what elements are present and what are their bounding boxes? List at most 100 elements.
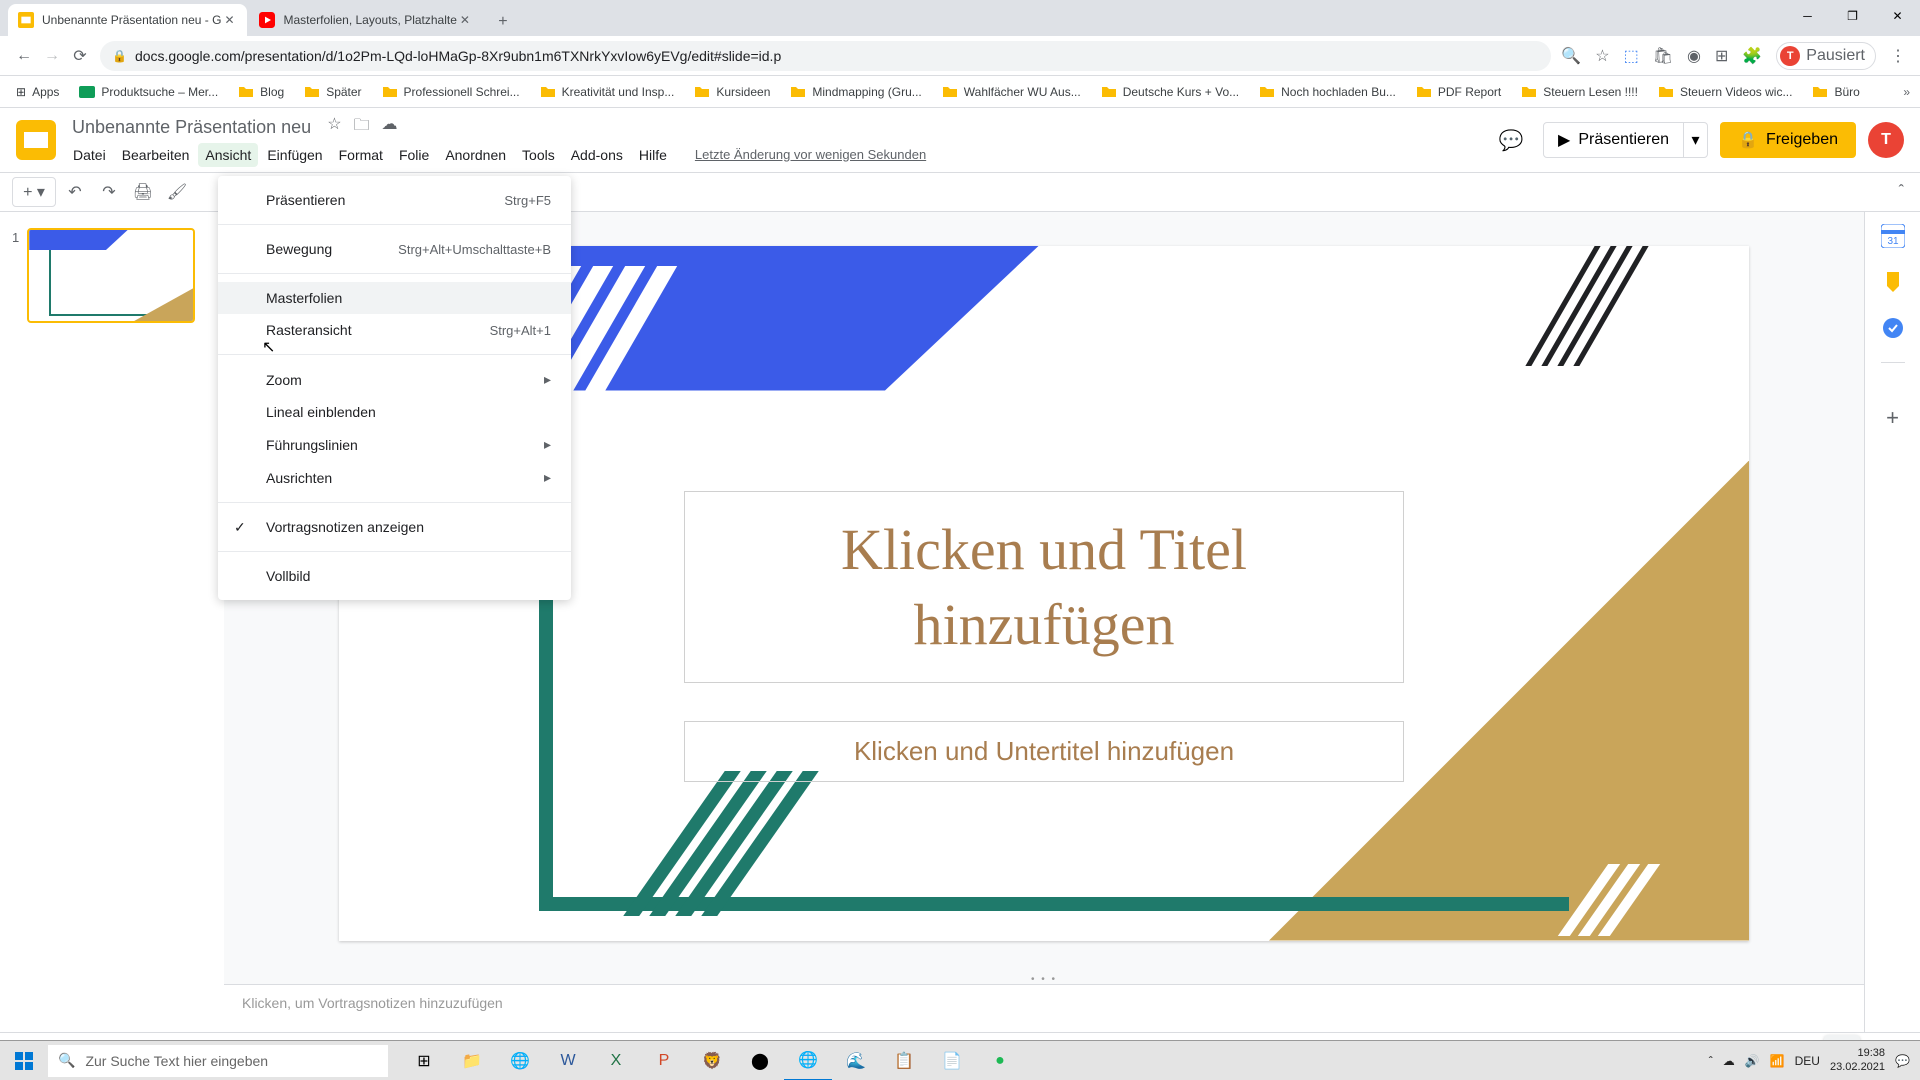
new-slide-button[interactable]: + ▾: [12, 177, 56, 207]
close-icon[interactable]: ✕: [221, 12, 237, 28]
edge-legacy-icon[interactable]: 🌐: [496, 1041, 544, 1080]
slide-thumbnail[interactable]: [27, 228, 195, 323]
menu-item-bewegung[interactable]: BewegungStrg+Alt+Umschalttaste+B: [218, 233, 571, 265]
bookmark-item[interactable]: Mindmapping (Gru...: [784, 80, 927, 104]
present-button[interactable]: ▶Präsentieren ▾: [1543, 122, 1708, 158]
title-placeholder[interactable]: Klicken und Titel hinzufügen: [684, 491, 1404, 684]
edge-icon[interactable]: 🌊: [832, 1041, 880, 1080]
last-edit-link[interactable]: Letzte Änderung vor wenigen Sekunden: [688, 143, 933, 167]
present-icon: ▶: [1558, 130, 1570, 150]
bookmark-item[interactable]: Deutsche Kurs + Vo...: [1095, 80, 1245, 104]
tasks-icon[interactable]: [1881, 316, 1905, 340]
back-button[interactable]: ←: [10, 42, 38, 70]
menu-item-vortragsnotizen[interactable]: ✓Vortragsnotizen anzeigen: [218, 511, 571, 543]
browser-tab[interactable]: Masterfolien, Layouts, Platzhalte ✕: [249, 4, 482, 36]
menu-icon[interactable]: ⋮: [1890, 46, 1906, 66]
menu-bearbeiten[interactable]: Bearbeiten: [115, 143, 197, 167]
forward-button[interactable]: →: [38, 42, 66, 70]
menu-ansicht[interactable]: Ansicht: [198, 143, 258, 167]
tray-chevron-icon[interactable]: ˆ: [1709, 1054, 1713, 1068]
bookmark-item[interactable]: Später: [298, 80, 367, 104]
wifi-icon[interactable]: 📶: [1770, 1054, 1785, 1068]
account-avatar[interactable]: T: [1868, 122, 1904, 158]
document-title[interactable]: Unbenannte Präsentation neu: [66, 115, 317, 140]
bookmark-item[interactable]: Noch hochladen Bu...: [1253, 80, 1402, 104]
bookmark-item[interactable]: Blog: [232, 80, 290, 104]
menu-hilfe[interactable]: Hilfe: [632, 143, 674, 167]
spotify-icon[interactable]: ●: [976, 1041, 1024, 1080]
slides-logo[interactable]: [16, 120, 56, 160]
menu-einfuegen[interactable]: Einfügen: [260, 143, 329, 167]
new-tab-button[interactable]: +: [489, 8, 517, 36]
minimize-button[interactable]: ─: [1785, 0, 1830, 32]
menu-item-ausrichten[interactable]: Ausrichten▸: [218, 461, 571, 494]
collapse-toolbar-icon[interactable]: ˆ: [1899, 183, 1904, 201]
comments-button[interactable]: 💬: [1491, 120, 1531, 160]
bookmark-item[interactable]: Produktsuche – Mer...: [73, 80, 224, 104]
menu-tools[interactable]: Tools: [515, 143, 562, 167]
onedrive-icon[interactable]: ☁: [1723, 1054, 1735, 1068]
bookmark-item[interactable]: Professionell Schrei...: [376, 80, 526, 104]
volume-icon[interactable]: 🔊: [1745, 1054, 1760, 1068]
close-icon[interactable]: ✕: [457, 12, 473, 28]
reload-button[interactable]: ⟳: [66, 42, 94, 70]
addons-plus-icon[interactable]: +: [1886, 405, 1899, 431]
bookmark-apps[interactable]: ⊞Apps: [10, 81, 65, 103]
move-icon[interactable]: 🗀: [354, 114, 370, 141]
bookmarks-overflow[interactable]: »: [1903, 85, 1910, 99]
bookmark-item[interactable]: PDF Report: [1410, 80, 1507, 104]
word-icon[interactable]: W: [544, 1041, 592, 1080]
close-button[interactable]: ✕: [1875, 0, 1920, 32]
notes-resize-handle[interactable]: • • •: [224, 974, 1864, 984]
chrome-icon[interactable]: 🌐: [784, 1041, 832, 1080]
star-icon[interactable]: ☆: [327, 114, 341, 141]
redo-button[interactable]: ↷: [94, 177, 124, 207]
profile-chip[interactable]: T Pausiert: [1776, 42, 1876, 70]
undo-button[interactable]: ↶: [60, 177, 90, 207]
obs-icon[interactable]: ⬤: [736, 1041, 784, 1080]
apps-icon[interactable]: ⊞: [1715, 46, 1728, 66]
menu-item-fuehrungslinien[interactable]: Führungslinien▸: [218, 428, 571, 461]
keep-icon[interactable]: [1881, 270, 1905, 294]
extension-icon[interactable]: ◉: [1687, 46, 1701, 66]
search-icon: 🔍: [58, 1052, 75, 1069]
task-view-icon[interactable]: ⊞: [400, 1041, 448, 1080]
menu-addons[interactable]: Add-ons: [564, 143, 630, 167]
bookmark-item[interactable]: Wahlfächer WU Aus...: [936, 80, 1087, 104]
calendar-icon[interactable]: 31: [1881, 224, 1905, 248]
menu-anordnen[interactable]: Anordnen: [438, 143, 513, 167]
present-dropdown[interactable]: ▾: [1683, 123, 1707, 157]
speaker-notes[interactable]: Klicken, um Vortragsnotizen hinzuzufügen: [224, 984, 1864, 1032]
menu-item-vollbild[interactable]: Vollbild: [218, 560, 571, 592]
menu-item-lineal[interactable]: Lineal einblenden: [218, 396, 571, 428]
print-button[interactable]: 🖨: [128, 177, 158, 207]
menu-folie[interactable]: Folie: [392, 143, 436, 167]
taskbar-search[interactable]: 🔍Zur Suche Text hier eingeben: [48, 1045, 388, 1077]
bookmark-item[interactable]: Kreativität und Insp...: [534, 80, 681, 104]
paint-format-button[interactable]: 🖌: [162, 177, 192, 207]
menu-format[interactable]: Format: [332, 143, 390, 167]
share-button[interactable]: 🔒Freigeben: [1720, 122, 1856, 158]
puzzle-icon[interactable]: 🧩: [1742, 46, 1762, 66]
browser-tab-active[interactable]: Unbenannte Präsentation neu - G ✕: [8, 4, 247, 36]
app-icon[interactable]: 📄: [928, 1041, 976, 1080]
clock[interactable]: 19:38 23.02.2021: [1830, 1047, 1885, 1073]
menu-datei[interactable]: Datei: [66, 143, 113, 167]
bookmark-item[interactable]: Büro: [1806, 80, 1865, 104]
cloud-icon[interactable]: ☁: [382, 114, 398, 141]
notifications-icon[interactable]: 💬: [1895, 1054, 1910, 1068]
explorer-icon[interactable]: 📁: [448, 1041, 496, 1080]
powerpoint-icon[interactable]: P: [640, 1041, 688, 1080]
app-icon[interactable]: 📋: [880, 1041, 928, 1080]
subtitle-placeholder[interactable]: Klicken und Untertitel hinzufügen: [684, 721, 1404, 782]
language-indicator[interactable]: DEU: [1795, 1054, 1820, 1068]
excel-icon[interactable]: X: [592, 1041, 640, 1080]
maximize-button[interactable]: ❐: [1830, 0, 1875, 32]
menu-item-masterfolien[interactable]: Masterfolien: [218, 282, 571, 314]
url-input[interactable]: 🔒 docs.google.com/presentation/d/1o2Pm-L…: [100, 41, 1551, 71]
menu-item-praesentieren[interactable]: PräsentierenStrg+F5: [218, 184, 571, 216]
start-button[interactable]: [0, 1041, 48, 1080]
bookmark-item[interactable]: Kursideen: [688, 80, 776, 104]
menu-item-zoom[interactable]: Zoom▸: [218, 363, 571, 396]
brave-icon[interactable]: 🦁: [688, 1041, 736, 1080]
